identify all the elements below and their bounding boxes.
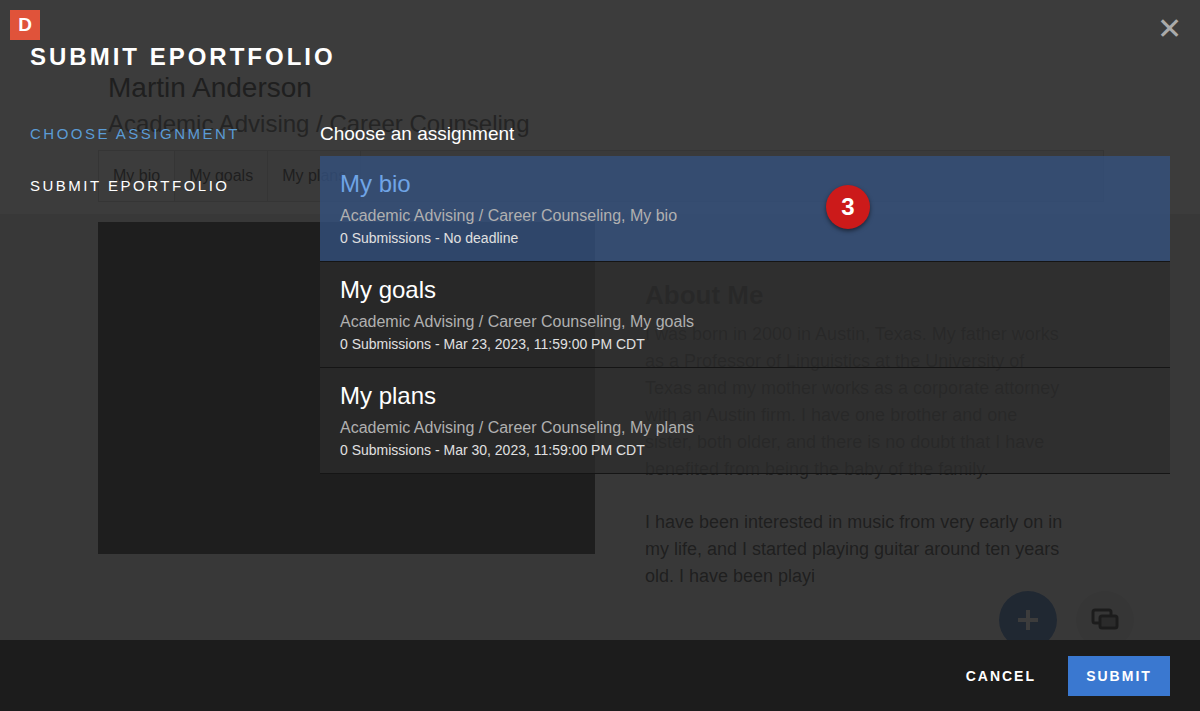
step-nav: CHOOSE ASSIGNMENT SUBMIT EPORTFOLIO <box>30 122 320 640</box>
dialog-header: SUBMIT EPORTFOLIO <box>0 0 1200 71</box>
assignment-item[interactable]: My plans Academic Advising / Career Couns… <box>320 368 1170 474</box>
assignment-title: My goals <box>340 275 1150 305</box>
assignment-path: Academic Advising / Career Counseling, M… <box>340 207 1150 225</box>
assignment-path: Academic Advising / Career Counseling, M… <box>340 419 1150 437</box>
assignment-title: My plans <box>340 381 1150 411</box>
screen: Martin AndersonAcademic Advising / Caree… <box>0 0 1200 711</box>
assignment-meta: 0 Submissions - No deadline <box>340 230 1150 246</box>
app-logo: D <box>10 10 40 40</box>
submit-button[interactable]: SUBMIT <box>1068 656 1170 696</box>
cancel-button[interactable]: CANCEL <box>966 668 1036 684</box>
assignment-item[interactable]: My bio Academic Advising / Career Counsel… <box>320 156 1170 262</box>
assignment-item[interactable]: My goals Academic Advising / Career Couns… <box>320 262 1170 368</box>
assignment-title: My bio <box>340 169 1150 199</box>
dialog-body: CHOOSE ASSIGNMENTSUBMIT EPORTFOLIOChoose… <box>0 71 1200 640</box>
step-item[interactable]: CHOOSE ASSIGNMENT <box>30 122 320 146</box>
dialog-title: SUBMIT EPORTFOLIO <box>30 43 1170 71</box>
assignment-path: Academic Advising / Career Counseling, M… <box>340 313 1150 331</box>
close-button[interactable]: ✕ <box>1157 12 1182 46</box>
prompt-label: Choose an assignment <box>320 122 1170 146</box>
assignment-list: My bio Academic Advising / Career Counsel… <box>320 156 1170 474</box>
dialog-footer: CANCEL SUBMIT <box>0 640 1200 711</box>
step-item[interactable]: SUBMIT EPORTFOLIO <box>30 174 320 198</box>
step-callout: 3 <box>826 185 870 229</box>
assignment-meta: 0 Submissions - Mar 23, 2023, 11:59:00 P… <box>340 336 1150 352</box>
submit-dialog: D✕SUBMIT EPORTFOLIOCHOOSE ASSIGNMENTSUBM… <box>0 0 1200 711</box>
assignment-meta: 0 Submissions - Mar 30, 2023, 11:59:00 P… <box>340 442 1150 458</box>
assignment-panel: Choose an assignment My bio Academic Advis… <box>320 122 1170 640</box>
